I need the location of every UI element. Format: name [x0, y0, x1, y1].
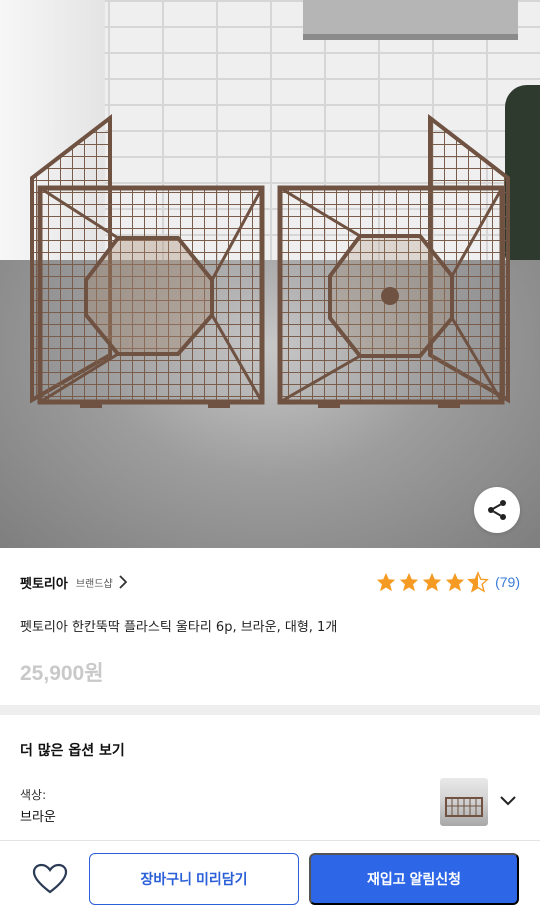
- chevron-down-icon[interactable]: [498, 794, 518, 808]
- rating[interactable]: (79): [374, 571, 520, 593]
- image-fence: [30, 113, 510, 408]
- product-image[interactable]: [0, 0, 540, 548]
- more-options-heading: 더 많은 옵션 보기: [20, 743, 125, 759]
- seller-row: 펫토리아 브랜드샵 (79): [20, 570, 520, 594]
- option-color-value: 브라운: [20, 810, 56, 825]
- star-icon: [376, 572, 396, 592]
- brand-shop-link[interactable]: 브랜드샵: [76, 575, 113, 590]
- star-half-icon: [467, 571, 489, 593]
- chevron-right-icon[interactable]: [118, 575, 127, 589]
- star-icon: [445, 572, 465, 592]
- share-button[interactable]: [474, 487, 520, 533]
- section-divider: [0, 705, 540, 715]
- restock-alert-button[interactable]: 재입고 알림신청: [309, 853, 519, 905]
- review-count-link[interactable]: (79): [495, 574, 520, 590]
- heart-icon[interactable]: [32, 863, 68, 895]
- option-thumbnail-image: [445, 797, 483, 817]
- brand-name[interactable]: 펫토리아: [20, 573, 68, 592]
- share-icon: [488, 500, 506, 520]
- star-icon: [399, 572, 419, 592]
- option-color-label: 색상:: [20, 788, 47, 802]
- product-title: 펫토리아 한칸뚝딱 플라스틱 울타리 6p, 브라운, 대형, 1개: [20, 620, 338, 635]
- product-price: 25,900원: [20, 662, 104, 685]
- option-thumbnail[interactable]: [440, 778, 488, 826]
- add-to-cart-preview-button[interactable]: 장바구니 미리담기: [89, 853, 299, 905]
- star-icon: [422, 572, 442, 592]
